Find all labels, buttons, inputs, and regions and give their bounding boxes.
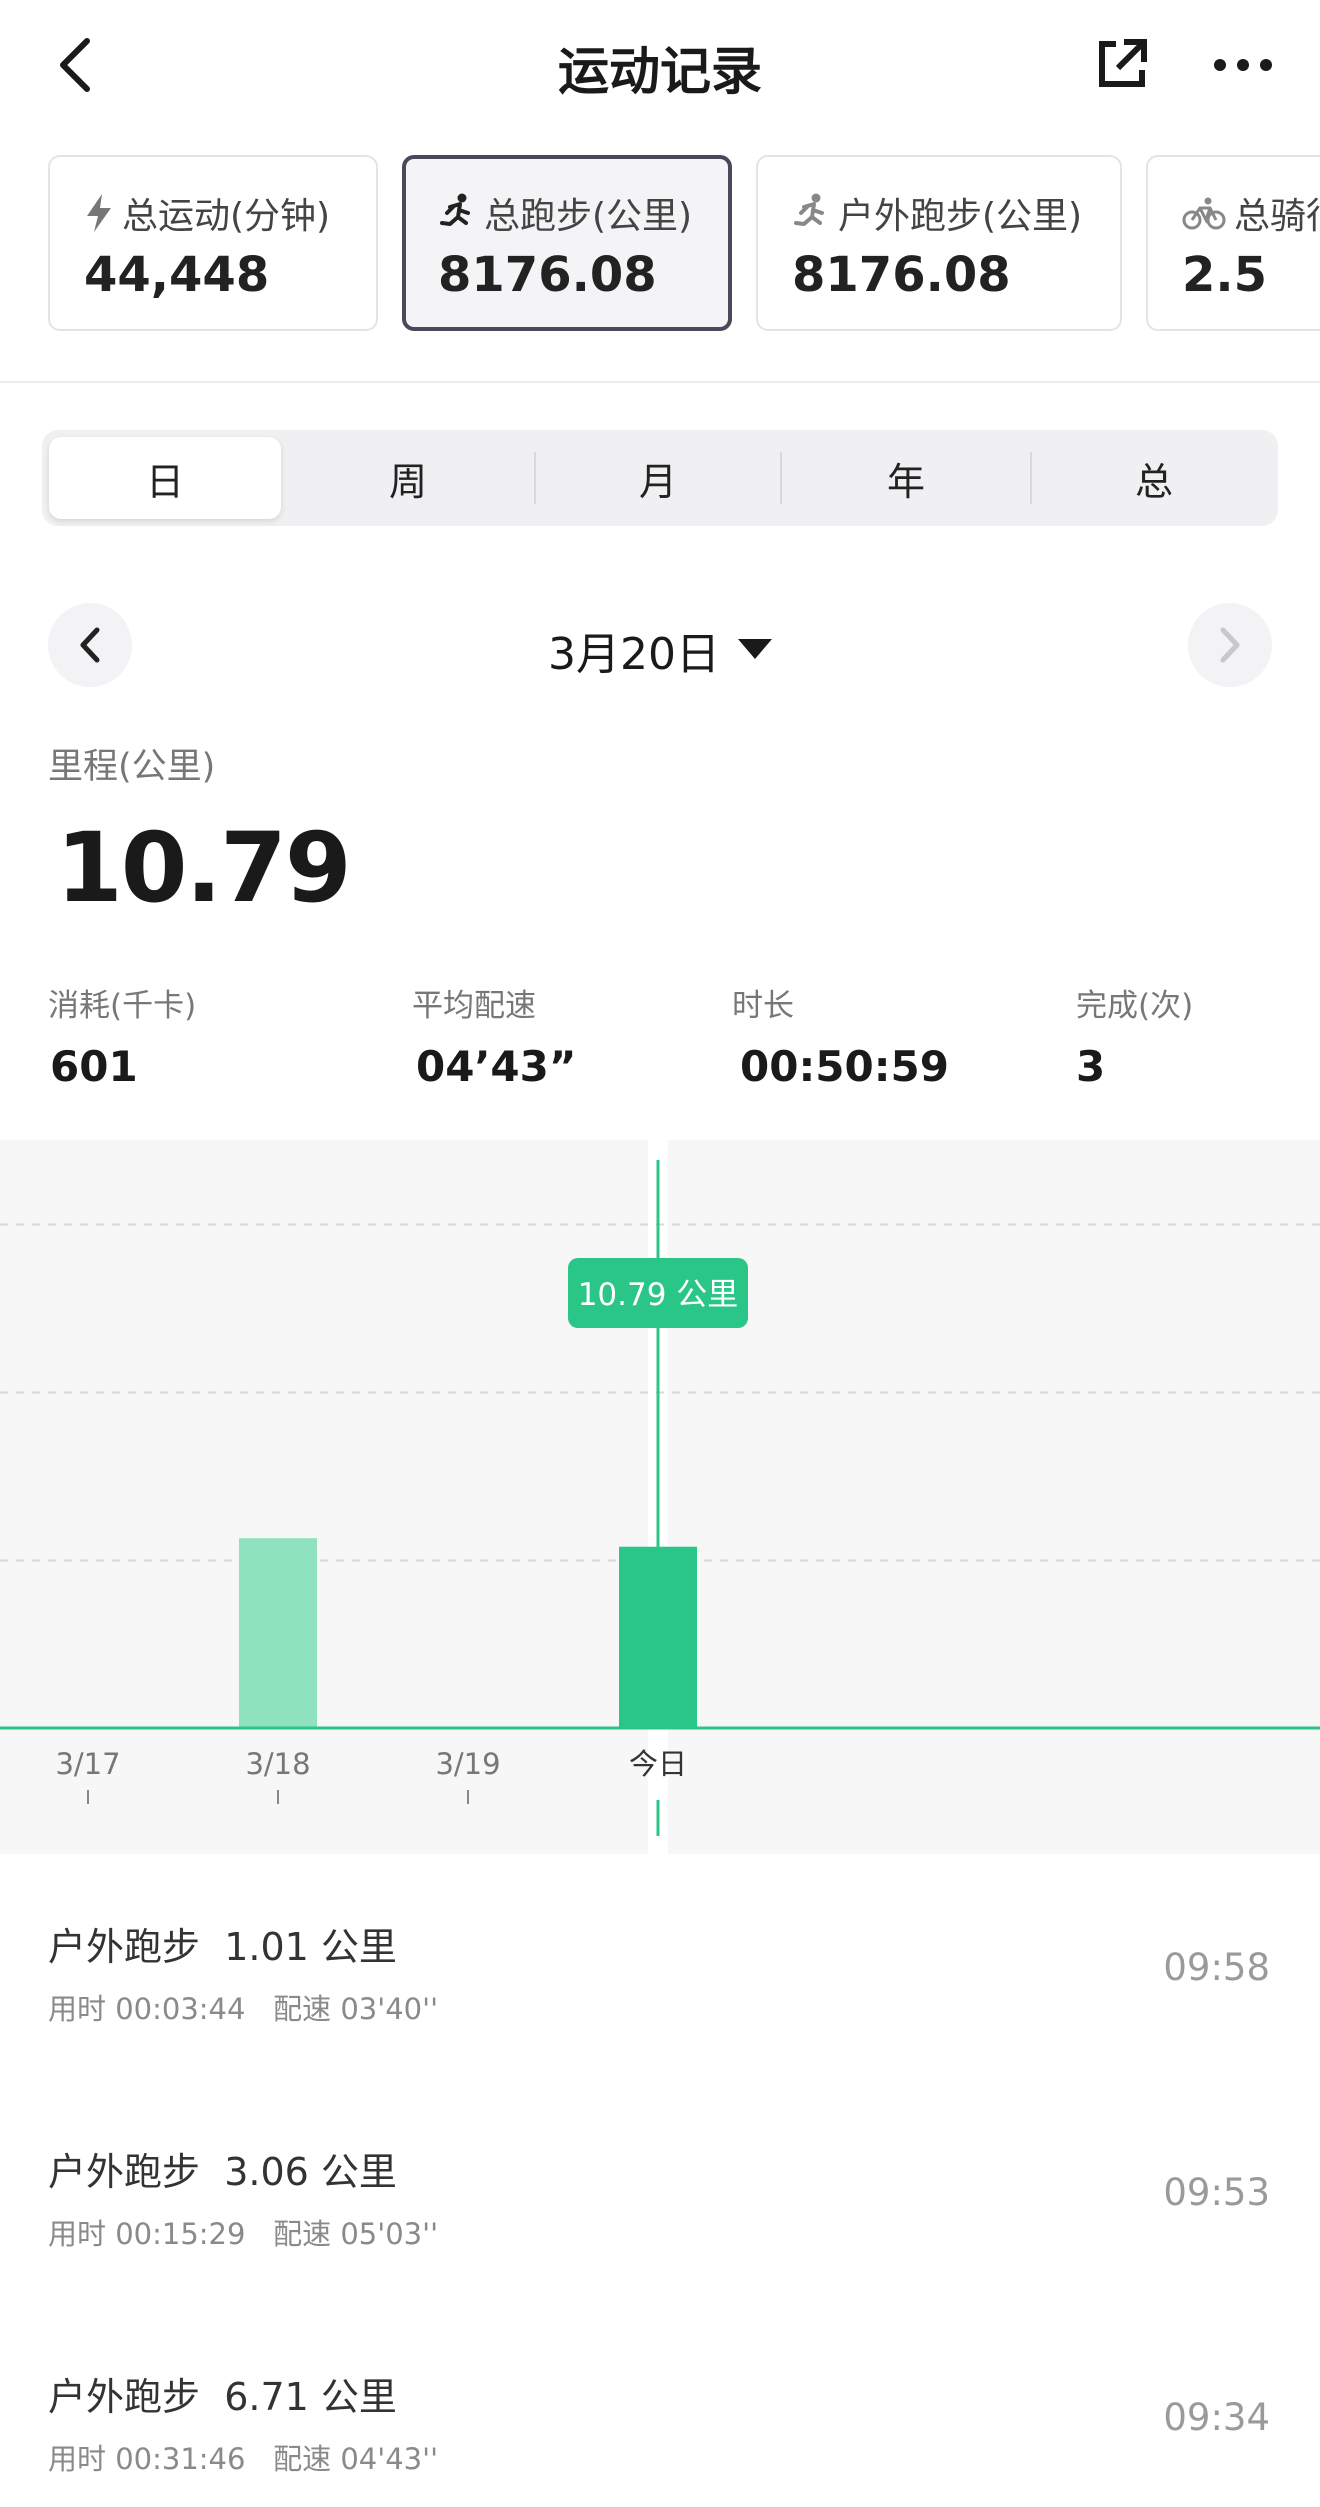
- chevron-left-icon: [80, 627, 100, 663]
- activity-duration: 用时 00:03:44: [48, 1992, 246, 2026]
- activity-time: 09:53: [1163, 2171, 1270, 2214]
- activity-distance: 1.01 公里: [224, 1925, 397, 1969]
- activity-time: 09:58: [1163, 1946, 1270, 1989]
- metric-title: 里程(公里): [48, 747, 216, 787]
- activity-title: 户外跑步 3.06 公里: [48, 2141, 397, 2196]
- activity-details: 用时 00:03:44 配速 03'40'': [48, 1986, 438, 2028]
- card-label: 总运动(分钟): [122, 196, 331, 237]
- activity-pace: 配速 03'40'': [273, 1992, 439, 2026]
- card-label: 总跑步(公里): [484, 196, 693, 237]
- activity-pace: 配速 05'03'': [273, 2217, 439, 2251]
- activity-type: 户外跑步: [48, 2150, 201, 2194]
- share-button[interactable]: [1090, 32, 1154, 96]
- metric-value: 10.79: [56, 812, 352, 924]
- distance-chart[interactable]: 10.79 公里 3/17 3/18 3/19 今日: [0, 1140, 1320, 1854]
- chevron-right-icon: [1220, 627, 1240, 663]
- period-tabs: 日 周 月 年 总: [42, 430, 1278, 526]
- chart-x-label: 3/18: [245, 1747, 310, 1781]
- caret-down-icon: [737, 639, 772, 659]
- card-value: 8176.08: [438, 247, 657, 303]
- card-total-cycling[interactable]: 总骑行 2.5: [1146, 155, 1320, 331]
- stat-value: 601: [50, 1042, 138, 1091]
- tab-year[interactable]: 年: [784, 430, 1028, 526]
- tab-day[interactable]: 日: [49, 437, 281, 519]
- card-outdoor-run[interactable]: 户外跑步(公里) 8176.08: [756, 155, 1122, 331]
- next-date-button[interactable]: [1188, 603, 1272, 687]
- chart-x-label: 今日: [629, 1747, 687, 1781]
- activity-details: 用时 00:15:29 配速 05'03'': [48, 2211, 438, 2253]
- run-icon: [440, 193, 470, 226]
- tab-separator: [534, 452, 536, 504]
- activity-duration: 用时 00:15:29: [48, 2217, 246, 2251]
- card-value: 44,448: [84, 247, 270, 303]
- stat-value: 3: [1076, 1042, 1106, 1091]
- run-icon: [794, 193, 824, 226]
- card-value: 8176.08: [792, 247, 1011, 303]
- tab-week[interactable]: 周: [288, 430, 528, 526]
- stat-label: 平均配速: [412, 988, 536, 1024]
- activity-distance: 3.06 公里: [224, 2150, 397, 2194]
- stat-label: 消耗(千卡): [48, 988, 197, 1024]
- more-dots-icon: [1214, 59, 1272, 71]
- stat-value: 04’43”: [416, 1042, 577, 1091]
- chart-x-label: 3/17: [55, 1747, 120, 1781]
- card-total-exercise[interactable]: 总运动(分钟) 44,448: [48, 155, 378, 331]
- activity-details: 用时 00:31:46 配速 04'43'': [48, 2436, 438, 2478]
- stat-label: 时长: [732, 988, 794, 1024]
- activity-type: 户外跑步: [48, 2375, 201, 2419]
- stat-label: 完成(次): [1076, 988, 1194, 1024]
- activity-duration: 用时 00:31:46: [48, 2442, 246, 2476]
- chart-tooltip-label: 10.79 公里: [578, 1277, 739, 1313]
- chart-bar-3/18: [239, 1538, 317, 1728]
- divider: [0, 381, 1320, 383]
- activity-title: 户外跑步 1.01 公里: [48, 1916, 397, 1971]
- bike-icon: [1182, 197, 1226, 230]
- card-label: 总骑行: [1234, 196, 1320, 237]
- date-selector[interactable]: 3月20日: [440, 618, 880, 682]
- activity-time: 09:34: [1163, 2396, 1270, 2439]
- lightning-icon: [87, 194, 111, 232]
- prev-date-button[interactable]: [48, 603, 132, 687]
- activity-distance: 6.71 公里: [224, 2375, 397, 2419]
- chart-svg: 10.79 公里 3/17 3/18 3/19 今日: [0, 1140, 1320, 1854]
- chart-background-right: [668, 1140, 1320, 1854]
- stat-value: 00:50:59: [740, 1042, 949, 1091]
- tab-total[interactable]: 总: [1034, 430, 1274, 526]
- card-label: 户外跑步(公里): [838, 196, 1083, 237]
- activity-title: 户外跑步 6.71 公里: [48, 2366, 397, 2421]
- tab-separator: [1030, 452, 1032, 504]
- activity-pace: 配速 04'43'': [273, 2442, 439, 2476]
- activity-type: 户外跑步: [48, 1925, 201, 1969]
- summary-cards: 总运动(分钟) 44,448 总跑步(公里) 8176.08 户外跑步(公里) …: [0, 155, 1320, 337]
- tab-separator: [780, 452, 782, 504]
- card-value: 2.5: [1182, 247, 1268, 303]
- card-total-run[interactable]: 总跑步(公里) 8176.08: [402, 155, 732, 331]
- share-external-icon: [1099, 39, 1147, 87]
- chart-x-label: 3/19: [435, 1747, 500, 1781]
- date-label: 3月20日: [548, 629, 720, 680]
- more-button[interactable]: [1208, 40, 1278, 90]
- tab-month[interactable]: 月: [538, 430, 778, 526]
